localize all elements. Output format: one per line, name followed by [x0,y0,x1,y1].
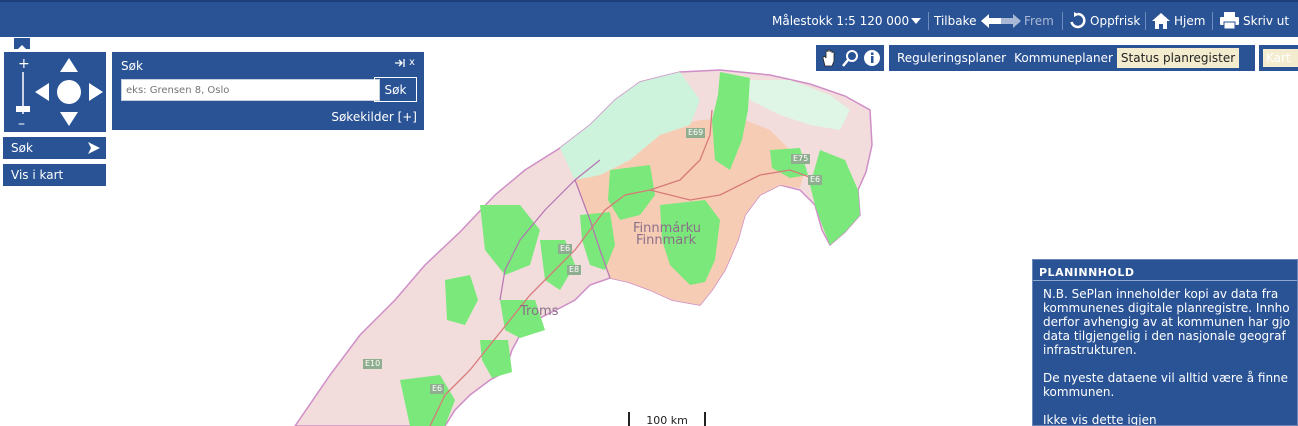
search-toggle-label: Søk [11,141,33,155]
forward-label: Frem [1024,13,1054,28]
magnifier-icon [842,50,858,67]
collapse-panel-button[interactable] [14,38,30,50]
search-input[interactable] [121,79,380,101]
arrow-right-icon [88,142,100,154]
search-toggle-button[interactable]: Søk [3,137,106,159]
print-label: Skriv ut [1243,13,1290,28]
refresh-button[interactable]: Oppfrisk [1069,2,1140,39]
close-icon: x [409,57,415,68]
road-label-e69: E69 [686,128,706,138]
pan-up-button[interactable] [59,58,79,74]
pan-left-button[interactable] [35,82,51,102]
back-button[interactable]: Tilbake [934,2,1001,39]
app-window: Finnmárku Finnmark Troms E69 E75 E6 E6 E… [0,0,1298,426]
layer-tabs: Reguleringsplaner Kommuneplaner Status p… [889,45,1255,71]
map-label-troms: Troms [520,304,559,319]
show-in-map-button[interactable]: Vis i kart [3,164,106,186]
map-tool-group [816,45,884,71]
print-button[interactable]: Skriv ut [1220,2,1289,39]
zoom-in-button[interactable] [14,55,32,71]
printer-icon [1220,12,1239,29]
refresh-icon [1070,12,1086,29]
chevron-down-icon [911,17,921,24]
scale-bar-label: 100 km [646,414,688,426]
back-label: Tilbake [934,13,977,28]
info-panel-body: N.B. SePlan inneholder kopi av data fra … [1043,287,1291,357]
info-icon [864,50,880,66]
arrow-right-icon [1001,13,1021,28]
search-sources-link[interactable]: Søkekilder [+] [331,110,417,124]
search-panel-title: Søk [121,59,143,73]
refresh-label: Oppfrisk [1090,13,1141,28]
scale-label: Målestokk 1:5 120 000 [772,13,910,28]
tab-status-planregister[interactable]: Status planregister [1116,48,1240,68]
pan-right-button[interactable] [87,82,103,102]
road-label-e6-a: E6 [808,175,823,185]
scale-dropdown-button[interactable] [911,2,921,39]
tab-kommuneplaner[interactable]: Kommuneplaner [1010,48,1117,68]
forward-button[interactable]: Frem [1001,2,1054,39]
road-label-e8: E8 [567,265,582,275]
dont-show-again-link[interactable]: Ikke vis dette igjen [1043,413,1157,425]
scale-bar: 100 km [628,412,706,426]
pin-icon [395,59,405,67]
home-label: Hjem [1174,13,1206,28]
tab-kart-container: Kart [1259,45,1298,71]
pan-down-button[interactable] [59,112,79,128]
home-button[interactable]: Hjem [1152,2,1205,39]
road-label-e75: E75 [791,154,811,164]
hand-icon [822,49,835,67]
top-toolbar: Målestokk 1:5 120 000 Tilbake Frem Oppfr… [0,0,1298,37]
road-label-e6-b: E6 [558,244,573,254]
tab-kart[interactable]: Kart [1263,49,1298,67]
arrow-left-icon [980,13,1001,28]
close-panel-button[interactable]: x [409,57,415,68]
plan-info-panel: PLANINNHOLD N.B. SePlan inneholder kopi … [1032,259,1298,426]
road-label-e6-c: E6 [430,384,445,394]
zoom-tool-button[interactable] [841,48,861,68]
zoom-out-button[interactable] [14,114,32,130]
info-panel-title: PLANINNHOLD [1039,266,1135,279]
pan-tool-button[interactable] [820,48,840,68]
map-label-finnmark: Finnmark [636,233,697,248]
tab-reguleringsplaner[interactable]: Reguleringsplaner [893,48,1010,68]
home-icon [1152,12,1170,29]
info-panel-note: De nyeste dataene vil alltid være å finn… [1043,371,1289,399]
road-label-e10: E10 [363,359,383,369]
info-tool-button[interactable] [862,48,882,68]
search-panel: Søk x Søk Søkekilder [+] [112,52,424,130]
dock-panel-button[interactable] [395,59,405,70]
search-submit-button[interactable]: Søk [374,77,417,102]
zoom-slider-handle[interactable] [16,104,30,112]
show-in-map-label: Vis i kart [11,168,64,182]
